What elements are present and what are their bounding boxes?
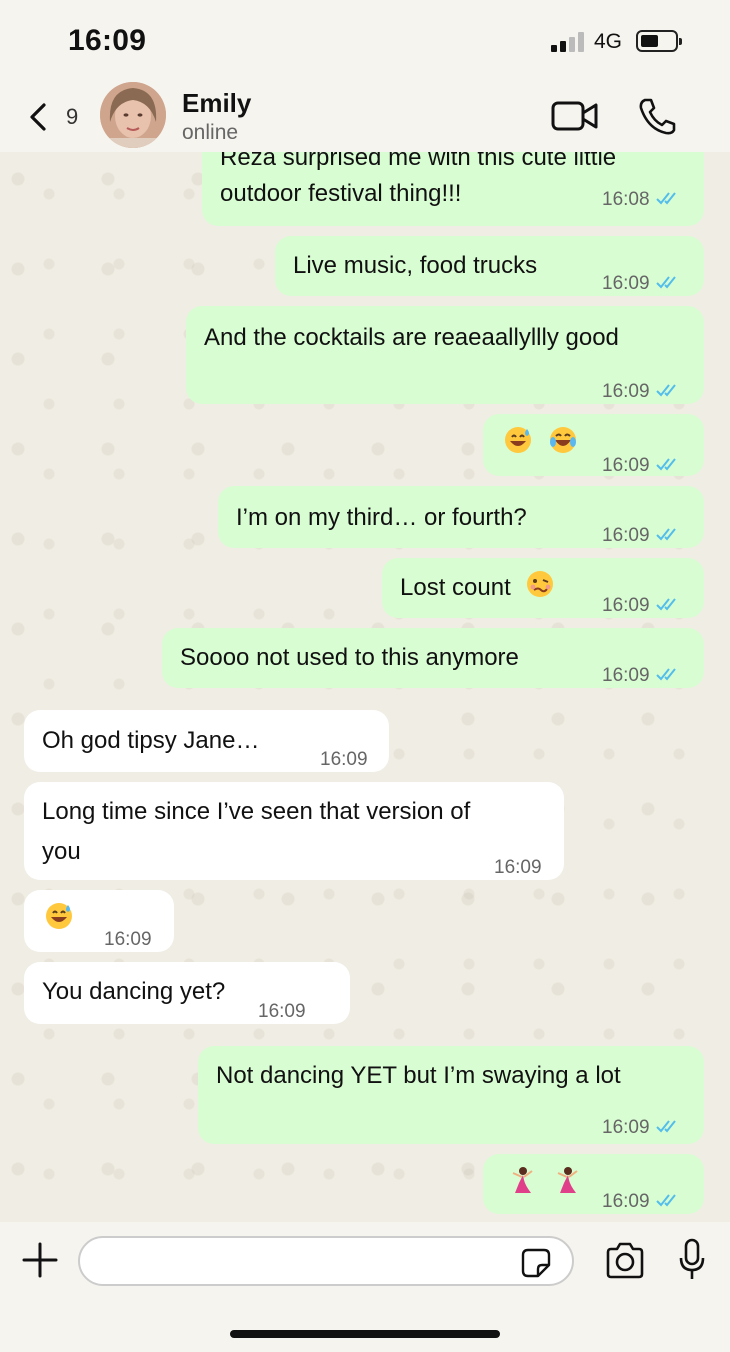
message-bubble-outgoing[interactable]: Lost count 16:09 [382, 558, 704, 618]
message-time: 16:09 [104, 929, 152, 950]
message-time: 16:09 [602, 1191, 650, 1212]
contact-name[interactable]: Emily [182, 88, 251, 119]
message-text: Lost count [400, 574, 511, 601]
video-call-icon[interactable] [550, 98, 600, 134]
message-bubble-outgoing[interactable]: 16:09 [483, 1154, 704, 1214]
emoji-row [44, 900, 74, 940]
message-meta: 16:09 [602, 446, 682, 486]
unread-count: 9 [66, 104, 79, 129]
emoji-row [507, 1164, 582, 1204]
message-meta: 16:09 [602, 372, 682, 412]
phone-icon[interactable] [636, 96, 678, 136]
read-ticks-icon [655, 598, 676, 611]
read-ticks-icon [655, 384, 676, 397]
message-input[interactable] [78, 1236, 574, 1286]
status-bar: 16:09 4G [0, 0, 730, 80]
microphone-icon[interactable] [678, 1238, 706, 1282]
message-bubble-outgoing[interactable]: Soooo not used to this anymore 16:09 [162, 628, 704, 688]
network-type: 4G [594, 30, 623, 53]
message-meta: 16:09 [494, 848, 542, 888]
avatar[interactable] [100, 82, 166, 148]
message-time: 16:09 [602, 665, 650, 686]
message-text: Not dancing YET but I’m swaying a lot [216, 1062, 621, 1089]
message-bubble-outgoing[interactable]: Reza surprised me with this cute little … [202, 152, 704, 226]
tears-of-joy-emoji [549, 427, 576, 453]
contact-status: online [182, 121, 239, 144]
chevron-left-icon [30, 103, 46, 131]
emoji-row [503, 424, 578, 464]
message-text: Soooo not used to this anymore [180, 644, 519, 671]
message-meta: 16:09 [320, 740, 368, 780]
read-ticks-icon [655, 276, 676, 289]
message-text: Long time since I’ve seen that version o… [42, 798, 471, 825]
back-button[interactable]: 9 [22, 98, 92, 138]
read-ticks-icon [655, 668, 676, 681]
message-time: 16:09 [602, 273, 650, 294]
message-time: 16:09 [602, 595, 650, 616]
message-meta: 16:09 [602, 656, 682, 696]
message-text-line2: outdoor festival thing!!! [220, 180, 462, 207]
message-time: 16:09 [602, 525, 650, 546]
message-meta: 16:09 [602, 1182, 682, 1222]
message-time: 16:09 [602, 381, 650, 402]
message-time: 16:09 [258, 1001, 306, 1022]
message-meta: 16:09 [602, 264, 682, 304]
message-bubble-incoming[interactable]: 16:09 [24, 890, 174, 952]
message-bubble-outgoing[interactable]: And the cocktails are reaeaallyllly good… [186, 306, 704, 404]
message-text: Oh god tipsy Jane… [42, 727, 260, 754]
read-ticks-icon [655, 192, 676, 205]
message-bubble-outgoing[interactable]: Live music, food trucks 16:09 [275, 236, 704, 296]
message-bubble-outgoing[interactable]: I’m on my third… or fourth? 16:09 [218, 486, 704, 548]
woozy-face-emoji [527, 571, 554, 597]
message-text: And the cocktails are reaeaallyllly good [204, 324, 619, 351]
message-meta: 16:09 [104, 920, 152, 960]
message-text-row: Lost count [400, 568, 555, 608]
dancer-emoji [512, 1167, 533, 1193]
message-time: 16:09 [320, 749, 368, 770]
avatar-image [100, 82, 166, 148]
read-ticks-icon [655, 458, 676, 471]
sweat-smile-emoji [46, 903, 72, 929]
message-text: Live music, food trucks [293, 252, 538, 279]
message-bubble-outgoing[interactable]: Not dancing YET but I’m swaying a lot 16… [198, 1046, 704, 1144]
message-meta: 16:09 [602, 586, 682, 626]
chat-header: 9 Emily online [0, 80, 730, 152]
battery-icon [636, 30, 682, 52]
chat-area[interactable]: Reza surprised me with this cute little … [0, 152, 730, 1222]
message-meta: 16:09 [602, 516, 682, 556]
read-ticks-icon [655, 1120, 676, 1133]
message-text: You dancing yet? [42, 978, 226, 1005]
plus-icon[interactable] [22, 1242, 58, 1278]
message-text-line2: you [42, 838, 81, 865]
message-time: 16:09 [602, 1117, 650, 1138]
message-bubble-outgoing[interactable]: 16:09 [483, 414, 704, 476]
sticker-icon[interactable] [520, 1247, 552, 1279]
input-bar [0, 1222, 730, 1352]
message-time: 16:09 [602, 455, 650, 476]
message-meta: 16:09 [258, 992, 306, 1032]
camera-icon[interactable] [604, 1242, 646, 1280]
read-ticks-icon [655, 1194, 676, 1207]
read-ticks-icon [655, 528, 676, 541]
message-time: 16:08 [602, 189, 650, 210]
message-bubble-incoming[interactable]: You dancing yet? 16:09 [24, 962, 350, 1024]
status-time: 16:09 [68, 24, 147, 57]
message-text: I’m on my third… or fourth? [236, 504, 527, 531]
sweat-smile-emoji [505, 427, 531, 453]
message-time: 16:09 [494, 857, 542, 878]
message-bubble-incoming[interactable]: Oh god tipsy Jane… 16:09 [24, 710, 389, 772]
signal-strength-icon [551, 30, 585, 52]
home-indicator [230, 1330, 500, 1338]
message-bubble-incoming[interactable]: Long time since I’ve seen that version o… [24, 782, 564, 880]
message-meta: 16:09 [602, 1108, 682, 1148]
dancer-emoji [557, 1167, 578, 1193]
message-meta: 16:08 [602, 180, 682, 220]
